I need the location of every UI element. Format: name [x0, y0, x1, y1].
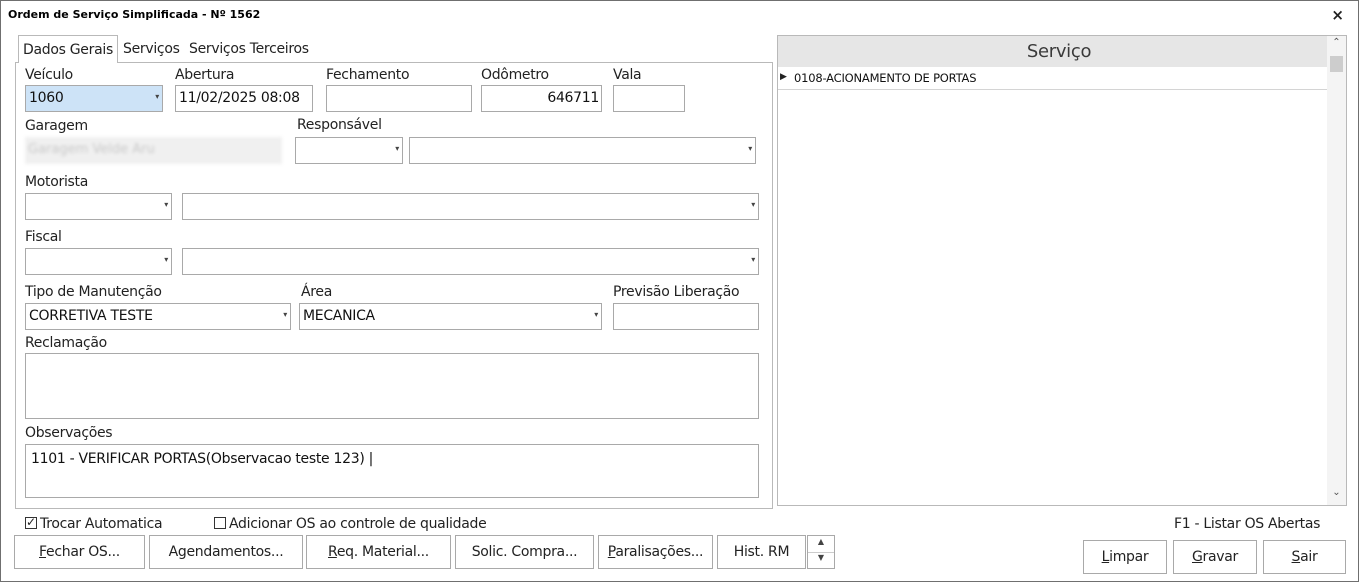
limpar-mnemonic: L [1101, 549, 1110, 565]
abertura-label: Abertura [175, 67, 235, 83]
trocar-automatica-label: Trocar Automatica [40, 516, 163, 532]
responsavel-label: Responsável [297, 117, 382, 133]
hist-rm-label: Hist. RM [733, 544, 790, 560]
tipo-manutencao-label: Tipo de Manutenção [25, 284, 162, 300]
responsavel-name-combo[interactable]: ▾ [409, 137, 756, 164]
check-icon: ✓ [26, 515, 36, 529]
fiscal-code-combo[interactable]: ▾ [25, 248, 172, 275]
chevron-down-icon[interactable]: ▾ [594, 310, 598, 319]
area-label: Área [301, 284, 333, 300]
area-combo[interactable]: MECANICA ▾ [299, 303, 602, 330]
responsavel-code-combo[interactable]: ▾ [295, 137, 403, 164]
fiscal-label: Fiscal [25, 229, 62, 245]
grid-vertical-scrollbar[interactable]: ⌃ ⌄ [1327, 36, 1346, 505]
grid-header-corner [778, 36, 790, 67]
sair-label: air [1300, 549, 1318, 565]
tab-servicos-terceiros[interactable]: Serviços Terceiros [185, 35, 313, 63]
req-material-label: eq. Material... [336, 544, 429, 560]
scroll-up-icon[interactable]: ⌃ [1327, 37, 1346, 54]
window-title: Ordem de Serviço Simplificada - Nº 1562 [8, 8, 261, 21]
fechar-os-button[interactable]: Fechar OS... [14, 535, 145, 569]
fiscal-name-combo[interactable]: ▾ [182, 248, 759, 275]
observacoes-textarea[interactable]: 1101 - VERIFICAR PORTAS(Observacao teste… [25, 444, 759, 498]
tipo-manutencao-combo[interactable]: CORRETIVA TESTE ▾ [25, 303, 291, 330]
gravar-label: ravar [1202, 549, 1239, 565]
checkbox-box[interactable] [214, 517, 226, 529]
servicos-grid: Serviço ▶ 0108-ACIONAMENTO DE PORTAS ⌃ ⌄ [777, 35, 1347, 506]
solic-compra-label: Solic. Compra... [471, 544, 578, 560]
spin-down-icon[interactable]: ▼ [808, 553, 834, 569]
agendamentos-button[interactable]: Agendamentos... [149, 535, 303, 569]
req-material-mnemonic: R [328, 544, 337, 560]
chevron-down-icon[interactable]: ▾ [395, 144, 399, 153]
fechar-os-label: echar OS... [46, 544, 120, 560]
solic-compra-button[interactable]: Solic. Compra... [455, 535, 594, 569]
chevron-down-icon[interactable]: ▾ [164, 255, 168, 264]
abertura-field[interactable]: 11/02/2025 08:08 [175, 85, 313, 112]
tab-servicos[interactable]: Serviços [119, 35, 184, 63]
previsao-liberacao-label: Previsão Liberação [613, 284, 740, 300]
previsao-liberacao-field[interactable] [613, 303, 759, 330]
motorista-label: Motorista [25, 174, 89, 190]
trocar-automatica-checkbox[interactable]: ✓ Trocar Automatica [25, 515, 163, 532]
adicionar-os-label: Adicionar OS ao controle de qualidade [229, 516, 487, 532]
scroll-down-icon[interactable]: ⌄ [1327, 487, 1346, 504]
sair-mnemonic: S [1291, 549, 1301, 565]
chevron-down-icon[interactable]: ▾ [751, 255, 755, 264]
vala-field[interactable] [613, 85, 685, 112]
veiculo-value: 1060 [29, 90, 64, 106]
tipo-manutencao-value: CORRETIVA TESTE [29, 308, 153, 324]
odometro-field[interactable]: 646711 [481, 85, 602, 112]
scroll-thumb[interactable] [1330, 56, 1343, 72]
limpar-label: impar [1109, 549, 1149, 565]
motorista-code-combo[interactable]: ▾ [25, 193, 172, 220]
fechamento-field[interactable] [326, 85, 472, 112]
chevron-down-icon[interactable]: ▾ [748, 144, 752, 153]
table-row[interactable]: ▶ 0108-ACIONAMENTO DE PORTAS [778, 67, 1328, 90]
chevron-down-icon[interactable]: ▾ [155, 92, 159, 101]
row-pointer-icon: ▶ [780, 72, 787, 82]
observacoes-label: Observações [25, 425, 113, 441]
grid-column-header-servico[interactable]: Serviço [790, 36, 1328, 67]
hist-rm-spinner[interactable]: ▲ ▼ [807, 535, 835, 569]
checkbox-box[interactable]: ✓ [25, 515, 37, 529]
f1-hint: F1 - Listar OS Abertas [1174, 516, 1321, 532]
reclamacao-textarea[interactable] [25, 353, 759, 419]
garagem-label: Garagem [25, 118, 88, 134]
sair-button[interactable]: Sair [1263, 540, 1346, 574]
chevron-down-icon[interactable]: ▾ [283, 310, 287, 319]
req-material-button[interactable]: Req. Material... [306, 535, 451, 569]
adicionar-os-checkbox[interactable]: Adicionar OS ao controle de qualidade [214, 516, 487, 532]
garagem-field[interactable]: Garagem Velde Aru [25, 137, 282, 164]
close-icon[interactable]: × [1331, 6, 1344, 24]
vala-label: Vala [613, 67, 642, 83]
veiculo-label: Veículo [25, 67, 73, 83]
agendamentos-label: Agendamentos... [168, 544, 284, 560]
odometro-label: Odômetro [481, 67, 549, 83]
fechar-os-mnemonic: F [39, 544, 47, 560]
chevron-down-icon[interactable]: ▾ [751, 200, 755, 209]
area-value: MECANICA [303, 308, 375, 324]
gravar-mnemonic: G [1191, 549, 1203, 565]
spin-up-icon[interactable]: ▲ [808, 537, 834, 553]
limpar-button[interactable]: Limpar [1083, 540, 1167, 574]
chevron-down-icon[interactable]: ▾ [164, 200, 168, 209]
title-bar: Ordem de Serviço Simplificada - Nº 1562 … [1, 1, 1358, 31]
tab-dados-gerais[interactable]: Dados Gerais [18, 35, 118, 63]
hist-rm-button[interactable]: Hist. RM [717, 535, 806, 569]
os-window: Ordem de Serviço Simplificada - Nº 1562 … [0, 0, 1359, 582]
gravar-button[interactable]: Gravar [1173, 540, 1257, 574]
veiculo-combo[interactable]: 1060 ▾ [25, 85, 163, 112]
paralisacoes-button[interactable]: Paralisações... [598, 535, 713, 569]
motorista-name-combo[interactable]: ▾ [182, 193, 759, 220]
grid-cell-servico[interactable]: 0108-ACIONAMENTO DE PORTAS [794, 71, 977, 85]
paralisacoes-label: aralisações... [615, 544, 704, 560]
reclamacao-label: Reclamação [25, 335, 107, 351]
fechamento-label: Fechamento [326, 67, 410, 83]
